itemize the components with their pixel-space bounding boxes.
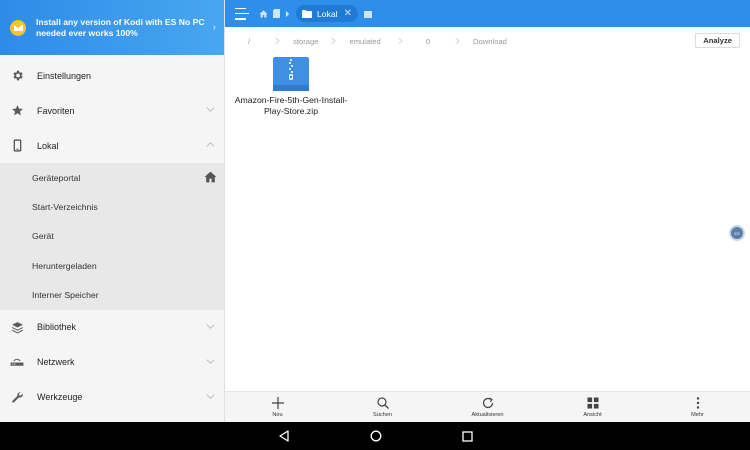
subitem-label: Heruntergeladen [32, 260, 97, 271]
wrench-icon [10, 390, 24, 404]
sidebar-item-label: Bibliothek [37, 322, 77, 333]
breadcrumb: / > storage > emulated > 0 > Download An… [225, 27, 750, 55]
chevron-right-icon: > [398, 34, 403, 48]
quick-icons [259, 9, 290, 18]
breadcrumb-download[interactable]: Download [473, 37, 507, 46]
plus-icon [271, 396, 284, 409]
subitem-label: Start-Verzeichnis [32, 202, 98, 213]
home-icon[interactable] [204, 171, 217, 183]
window-icon[interactable] [364, 5, 372, 23]
sidebar-item-label: Einstellungen [37, 70, 92, 81]
file-item[interactable]: Amazon-Fire-5th-Gen-Install-Play-Store.z… [233, 57, 349, 116]
sidebar-item-label: Netzwerk [37, 357, 75, 368]
more-icon [696, 396, 699, 409]
new-button[interactable]: Neu [225, 392, 330, 422]
home-icon[interactable] [259, 9, 268, 18]
tool-label: Aktualisieren [471, 411, 504, 418]
phone-icon [10, 139, 24, 153]
back-icon[interactable] [278, 430, 290, 442]
chevron-right-icon: › [212, 22, 216, 33]
sidebar-subitem-geraet[interactable]: Gerät [0, 222, 224, 251]
floating-widget-icon[interactable]: ES [729, 225, 745, 241]
tool-label: Mehr [691, 411, 704, 418]
sidebar-item-einstellungen[interactable]: Einstellungen [0, 58, 224, 93]
mail-icon [10, 19, 26, 36]
close-icon[interactable]: ✕ [344, 8, 352, 19]
sidebar: Install any version of Kodi with ES No P… [0, 0, 225, 422]
sidebar-item-netzwerk[interactable]: Netzwerk [0, 345, 224, 380]
sidebar-item-label: Werkzeuge [37, 392, 83, 403]
breadcrumb-root[interactable]: / [248, 37, 250, 46]
sidebar-subitem-heruntergeladen[interactable]: Heruntergeladen [0, 251, 224, 280]
banner-text: Install any version of Kodi with ES No P… [36, 17, 209, 39]
star-icon [10, 104, 24, 118]
chevron-right-icon: > [275, 34, 280, 48]
chevron-right-icon: > [455, 34, 460, 48]
sidebar-item-werkzeuge[interactable]: Werkzeuge [0, 380, 224, 415]
zip-file-icon [273, 57, 309, 91]
folder-icon [302, 5, 312, 23]
chevron-down-icon[interactable] [206, 392, 215, 401]
recents-icon[interactable] [461, 430, 473, 442]
more-button[interactable]: Mehr [645, 392, 750, 422]
sidebar-item-label: Favoriten [37, 105, 75, 116]
breadcrumb-emulated[interactable]: emulated [350, 37, 381, 46]
chevron-right-icon [285, 10, 290, 18]
subitem-label: Geräteportal [32, 172, 81, 183]
home-circle-icon[interactable] [370, 430, 382, 442]
search-icon [376, 396, 389, 409]
network-icon [10, 355, 24, 369]
sidebar-subitem-geraeteportal[interactable]: Geräteportal [0, 163, 224, 192]
sidebar-subitem-interner-speicher[interactable]: Interner Speicher [0, 281, 224, 310]
tool-label: Suchen [373, 411, 392, 418]
library-icon [10, 320, 24, 334]
sidebar-subitem-start-verzeichnis[interactable]: Start-Verzeichnis [0, 192, 224, 221]
top-bar: Lokal ✕ [225, 0, 750, 27]
breadcrumb-0[interactable]: 0 [426, 37, 430, 46]
grid-icon [587, 397, 598, 408]
bottom-toolbar: Neu Suchen Aktualisieren Ansicht Mehr [225, 391, 750, 422]
chevron-up-icon[interactable] [206, 140, 215, 149]
refresh-button[interactable]: Aktualisieren [435, 392, 540, 422]
promo-banner[interactable]: Install any version of Kodi with ES No P… [0, 0, 224, 55]
tool-label: Neu [272, 411, 283, 418]
subitem-label: Gerät [32, 231, 54, 242]
tool-label: Ansicht [583, 411, 602, 418]
tab-lokal[interactable]: Lokal ✕ [296, 5, 358, 22]
sidebar-item-favoriten[interactable]: Favoriten [0, 93, 224, 128]
banner-line2: needed ever works 100% [36, 27, 138, 38]
chevron-right-icon: > [331, 34, 337, 48]
view-button[interactable]: Ansicht [540, 392, 645, 422]
chevron-down-icon[interactable] [206, 322, 215, 331]
refresh-icon [482, 397, 493, 408]
gear-icon [10, 69, 24, 83]
sidebar-item-label: Lokal [37, 140, 59, 151]
tab-label: Lokal [317, 8, 338, 19]
lokal-submenu: Geräteportal Start-Verzeichnis Gerät Her… [0, 163, 224, 310]
sd-card-icon[interactable] [273, 9, 280, 18]
search-button[interactable]: Suchen [330, 392, 435, 422]
floating-label: ES [734, 230, 740, 236]
subitem-label: Interner Speicher [32, 290, 99, 301]
menu-icon[interactable] [233, 6, 251, 22]
chevron-down-icon[interactable] [206, 105, 215, 114]
file-list: Amazon-Fire-5th-Gen-Install-Play-Store.z… [225, 55, 750, 391]
file-name: Amazon-Fire-5th-Gen-Install-Play-Store.z… [234, 95, 348, 116]
chevron-down-icon[interactable] [206, 357, 215, 366]
sidebar-item-bibliothek[interactable]: Bibliothek [0, 310, 224, 345]
banner-line1: Install any version of Kodi with ES No P… [36, 16, 205, 27]
sidebar-item-lokal[interactable]: Lokal [0, 128, 224, 163]
breadcrumb-storage[interactable]: storage [293, 37, 318, 46]
analyze-button[interactable]: Analyze [695, 33, 740, 48]
system-nav-bar [0, 422, 750, 450]
